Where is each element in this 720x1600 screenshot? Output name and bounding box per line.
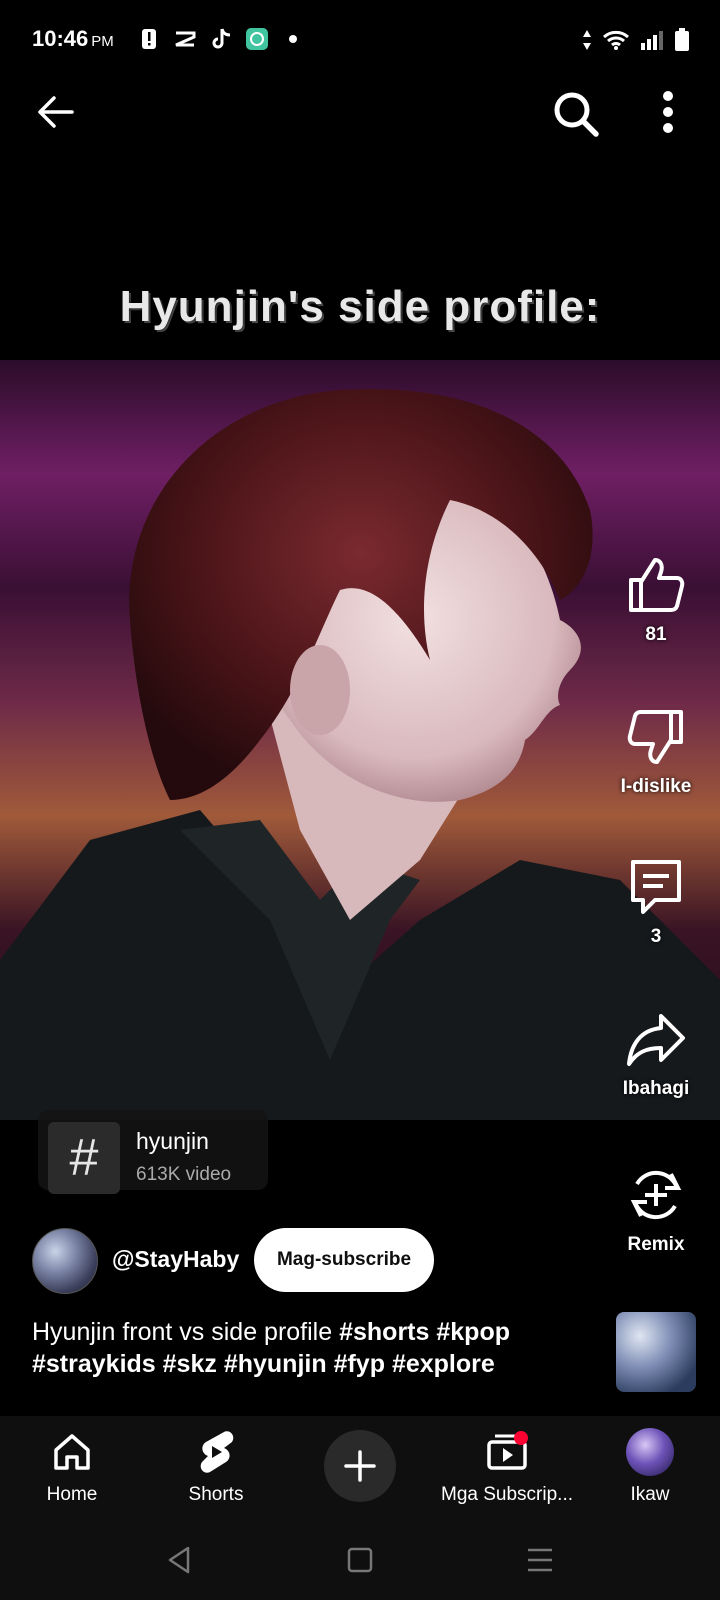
video-description[interactable]: Hyunjin front vs side profile #shorts #k… bbox=[32, 1316, 592, 1380]
dislike-label: I-dislike bbox=[620, 776, 692, 797]
home-icon bbox=[48, 1428, 96, 1476]
subscribe-button[interactable]: Mag-subscribe bbox=[254, 1228, 434, 1292]
like-count: 81 bbox=[645, 624, 667, 645]
notification-dot-icon bbox=[514, 1431, 528, 1445]
description-text: Hyunjin front vs side profile bbox=[32, 1318, 333, 1346]
nav-home-label: Home bbox=[46, 1484, 98, 1505]
app-icon bbox=[246, 28, 268, 50]
tiktok-icon bbox=[210, 28, 232, 50]
share-icon bbox=[621, 1004, 691, 1074]
alert-icon bbox=[138, 28, 160, 50]
data-arrows-icon bbox=[582, 29, 592, 56]
dot-icon bbox=[282, 28, 304, 50]
comment-icon bbox=[621, 852, 691, 922]
wifi-icon bbox=[602, 29, 630, 56]
comment-count: 3 bbox=[650, 926, 662, 947]
remix-button[interactable]: Remix bbox=[600, 1160, 712, 1256]
status-system-icons bbox=[582, 28, 690, 57]
nav-home[interactable]: Home bbox=[2, 1428, 142, 1506]
hashtag-link[interactable]: #kpop bbox=[436, 1318, 510, 1346]
share-label: Ibahagi bbox=[622, 1078, 690, 1099]
capcut-icon bbox=[174, 28, 196, 50]
hashtag-link[interactable]: #skz bbox=[163, 1350, 217, 1378]
back-button[interactable] bbox=[30, 86, 82, 138]
system-home-button[interactable] bbox=[330, 1540, 390, 1580]
hashtag-video-count: 613K video bbox=[136, 1164, 232, 1185]
hashtag-name: hyunjin bbox=[136, 1128, 209, 1154]
square-home-icon bbox=[347, 1547, 373, 1573]
comments-button[interactable]: 3 bbox=[600, 852, 712, 948]
channel-handle[interactable]: @StayHaby bbox=[112, 1246, 239, 1273]
profile-avatar bbox=[626, 1428, 674, 1476]
menu-lines-icon bbox=[528, 1548, 552, 1572]
shorts-icon bbox=[192, 1428, 240, 1476]
sound-thumbnail[interactable] bbox=[616, 1312, 696, 1392]
hashtag-link[interactable]: #fyp bbox=[334, 1350, 385, 1378]
video-overlay-caption: Hyunjin's side profile: bbox=[119, 282, 601, 331]
status-notification-icons bbox=[138, 28, 304, 50]
search-icon bbox=[554, 92, 599, 137]
more-vertical-icon bbox=[663, 91, 673, 133]
remix-icon bbox=[621, 1160, 691, 1230]
dislike-button[interactable]: I-dislike bbox=[600, 702, 712, 798]
nav-you[interactable]: Ikaw bbox=[580, 1428, 720, 1506]
thumbs-up-icon bbox=[621, 550, 691, 620]
hashtag-link[interactable]: #straykids bbox=[32, 1350, 156, 1378]
nav-shorts-label: Shorts bbox=[188, 1484, 244, 1505]
system-menu-button[interactable] bbox=[510, 1540, 570, 1580]
hashtag-link[interactable]: #hyunjin bbox=[224, 1350, 327, 1378]
share-button[interactable]: Ibahagi bbox=[600, 1004, 712, 1100]
like-button[interactable]: 81 bbox=[600, 550, 712, 646]
thumbs-down-icon bbox=[621, 702, 691, 772]
nav-subscriptions-label: Mga Subscrip... bbox=[441, 1484, 573, 1505]
system-back-button[interactable] bbox=[148, 1540, 208, 1580]
search-button[interactable] bbox=[548, 86, 604, 142]
create-button[interactable] bbox=[324, 1430, 396, 1502]
back-arrow-icon bbox=[38, 96, 74, 128]
nav-you-label: Ikaw bbox=[630, 1484, 670, 1505]
subscriptions-icon bbox=[483, 1428, 531, 1476]
channel-avatar[interactable] bbox=[32, 1228, 98, 1294]
nav-shorts[interactable]: Shorts bbox=[146, 1428, 286, 1506]
hashtag-link[interactable]: #explore bbox=[392, 1350, 495, 1378]
hashtag-link[interactable]: #shorts bbox=[339, 1318, 429, 1346]
battery-icon bbox=[674, 28, 690, 57]
more-options-button[interactable] bbox=[648, 86, 688, 142]
signal-icon bbox=[640, 29, 664, 56]
status-time: 10:46 PM bbox=[32, 26, 114, 51]
remix-label: Remix bbox=[627, 1234, 685, 1255]
plus-icon bbox=[344, 1450, 376, 1482]
hashtag-icon: # bbox=[48, 1122, 120, 1194]
triangle-back-icon bbox=[168, 1546, 190, 1574]
nav-subscriptions[interactable]: Mga Subscrip... bbox=[432, 1428, 582, 1506]
